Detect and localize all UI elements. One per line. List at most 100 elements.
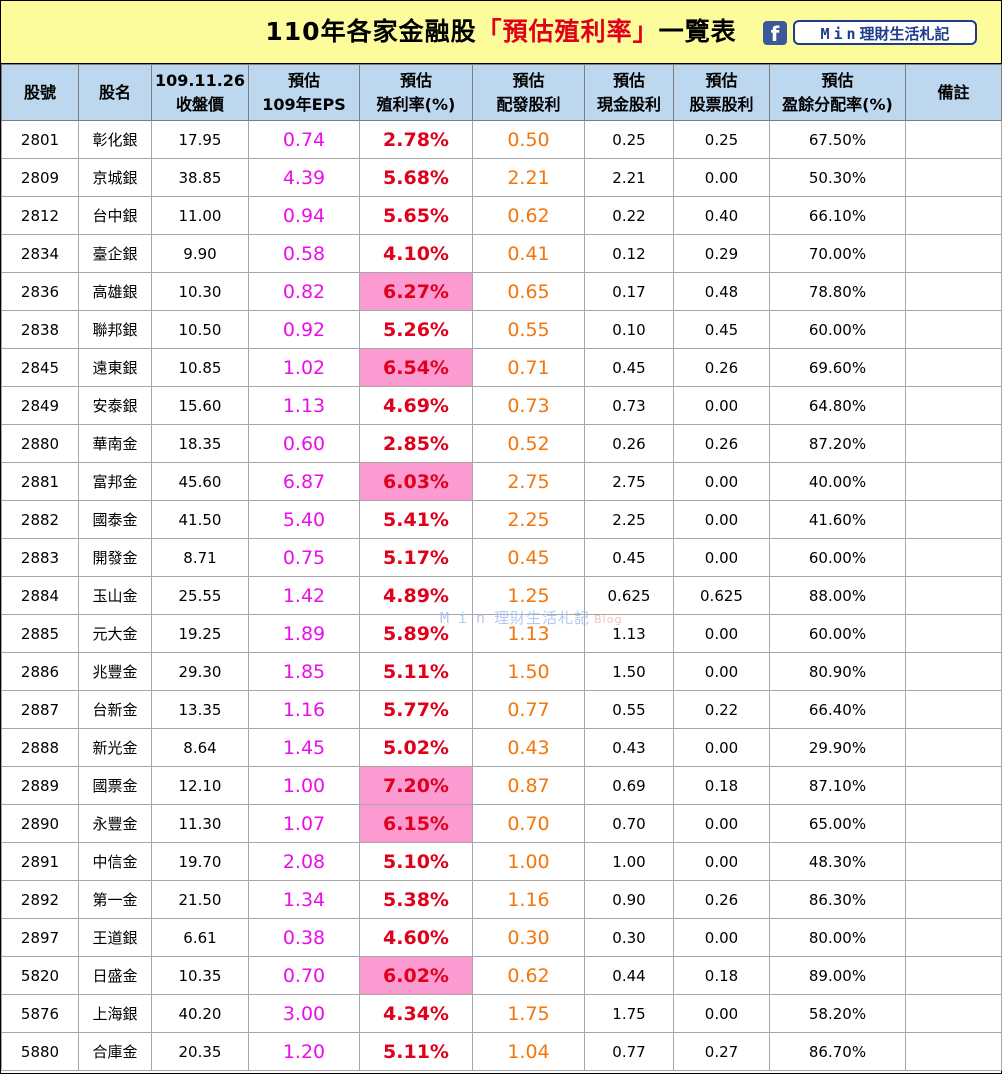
cell-price: 38.85	[151, 158, 249, 197]
cell-yield: 5.68%	[359, 158, 473, 197]
cell-stock: 0.27	[673, 1032, 770, 1071]
cell-name: 京城銀	[78, 158, 152, 197]
facebook-icon[interactable]: f	[763, 21, 787, 45]
cell-yield: 6.54%	[359, 348, 473, 387]
cell-eps: 1.00	[248, 766, 360, 805]
cell-stock: 0.00	[673, 994, 770, 1033]
cell-price: 15.60	[151, 386, 249, 425]
cell-yield: 5.65%	[359, 196, 473, 235]
cell-payout: 66.40%	[769, 690, 906, 729]
cell-code: 2882	[1, 500, 79, 539]
title-suffix: 一覽表	[658, 17, 737, 46]
cell-stock: 0.26	[673, 880, 770, 919]
cell-stock: 0.00	[673, 652, 770, 691]
cell-price: 19.70	[151, 842, 249, 881]
header-yield: 預估 殖利率(%)	[359, 64, 473, 121]
cell-cash: 0.73	[584, 386, 674, 425]
cell-code: 2836	[1, 272, 79, 311]
table-row: 2836 高雄銀 10.30 0.82 6.27% 0.65 0.17 0.48 78.80%	[1, 272, 1002, 311]
cell-cash: 1.13	[584, 614, 674, 653]
table-row: 2892 第一金 21.50 1.34 5.38% 1.16 0.90 0.26 86.30%	[1, 880, 1002, 919]
header-dividend-line: 預估	[512, 70, 545, 90]
header-price-line: 109.11.26	[154, 70, 246, 90]
cell-eps: 1.85	[248, 652, 360, 691]
cell-dividend: 0.62	[472, 956, 585, 995]
cell-price: 8.71	[151, 538, 249, 577]
cell-name: 國票金	[78, 766, 152, 805]
cell-stock: 0.22	[673, 690, 770, 729]
cell-cash: 0.22	[584, 196, 674, 235]
cell-price: 19.25	[151, 614, 249, 653]
cell-eps: 0.60	[248, 424, 360, 463]
cell-yield: 5.11%	[359, 652, 473, 691]
cell-yield: 5.17%	[359, 538, 473, 577]
cell-payout: 87.10%	[769, 766, 906, 805]
table-row: 2809 京城銀 38.85 4.39 5.68% 2.21 2.21 0.00 50.30%	[1, 158, 1002, 197]
cell-dividend: 0.65	[472, 272, 585, 311]
cell-dividend: 2.25	[472, 500, 585, 539]
table-row: 2883 開發金 8.71 0.75 5.17% 0.45 0.45 0.00 60.00%	[1, 538, 1002, 577]
header-stock-line: 預估	[705, 70, 738, 90]
cell-payout: 87.20%	[769, 424, 906, 463]
cell-code: 2838	[1, 310, 79, 349]
blog-badge[interactable]: Min理財生活札記	[793, 20, 977, 45]
cell-yield: 5.10%	[359, 842, 473, 881]
table-row: 2849 安泰銀 15.60 1.13 4.69% 0.73 0.73 0.00 64.80%	[1, 386, 1002, 425]
cell-note	[905, 120, 1002, 159]
cell-yield: 6.02%	[359, 956, 473, 995]
cell-cash: 0.26	[584, 424, 674, 463]
cell-payout: 50.30%	[769, 158, 906, 197]
table-row: 2845 遠東銀 10.85 1.02 6.54% 0.71 0.45 0.26 69.60%	[1, 348, 1002, 387]
cell-eps: 1.42	[248, 576, 360, 615]
cell-cash: 2.25	[584, 500, 674, 539]
cell-code: 2881	[1, 462, 79, 501]
blog-badge-min: Min	[820, 25, 860, 43]
header-dividend: 預估 配發股利	[472, 64, 585, 121]
cell-stock: 0.00	[673, 500, 770, 539]
cell-dividend: 0.45	[472, 538, 585, 577]
cell-cash: 0.17	[584, 272, 674, 311]
cell-name: 新光金	[78, 728, 152, 767]
header-name-line: 股名	[98, 82, 131, 102]
cell-name: 遠東銀	[78, 348, 152, 387]
cell-name: 台中銀	[78, 196, 152, 235]
table-row: 2897 王道銀 6.61 0.38 4.60% 0.30 0.30 0.00 80.00%	[1, 918, 1002, 957]
cell-note	[905, 652, 1002, 691]
cell-name: 元大金	[78, 614, 152, 653]
cell-stock: 0.00	[673, 842, 770, 881]
cell-stock: 0.26	[673, 348, 770, 387]
table-row: 2812 台中銀 11.00 0.94 5.65% 0.62 0.22 0.40 66.10%	[1, 196, 1002, 235]
cell-stock: 0.48	[673, 272, 770, 311]
header-name: 股名	[78, 64, 152, 121]
cell-price: 20.35	[151, 1032, 249, 1071]
cell-cash: 0.25	[584, 120, 674, 159]
cell-yield: 6.03%	[359, 462, 473, 501]
cell-note	[905, 500, 1002, 539]
cell-payout: 65.00%	[769, 804, 906, 843]
header-stock-line: 股票股利	[689, 94, 754, 114]
cell-note	[905, 158, 1002, 197]
cell-payout: 29.90%	[769, 728, 906, 767]
title-prefix: 110年各家金融股	[265, 17, 477, 46]
header-eps-line: 109年EPS	[262, 94, 346, 114]
cell-price: 10.85	[151, 348, 249, 387]
cell-stock: 0.26	[673, 424, 770, 463]
table-row: 2888 新光金 8.64 1.45 5.02% 0.43 0.43 0.00 29.90%	[1, 728, 1002, 767]
cell-price: 25.55	[151, 576, 249, 615]
cell-payout: 80.90%	[769, 652, 906, 691]
dividend-yield-sheet: 110年各家金融股「預估殖利率」一覽表 f Min理財生活札記 股號 股名 109.…	[0, 0, 1002, 1074]
cell-note	[905, 1032, 1002, 1071]
table-row: 2880 華南金 18.35 0.60 2.85% 0.52 0.26 0.26 87.20%	[1, 424, 1002, 463]
cell-dividend: 0.77	[472, 690, 585, 729]
cell-cash: 0.625	[584, 576, 674, 615]
cell-price: 29.30	[151, 652, 249, 691]
cell-payout: 89.00%	[769, 956, 906, 995]
cell-cash: 0.30	[584, 918, 674, 957]
header-payout-line: 預估	[821, 70, 854, 90]
cell-note	[905, 804, 1002, 843]
table-row: 2889 國票金 12.10 1.00 7.20% 0.87 0.69 0.18 87.10%	[1, 766, 1002, 805]
cell-eps: 5.40	[248, 500, 360, 539]
cell-dividend: 0.52	[472, 424, 585, 463]
cell-note	[905, 462, 1002, 501]
cell-payout: 41.60%	[769, 500, 906, 539]
